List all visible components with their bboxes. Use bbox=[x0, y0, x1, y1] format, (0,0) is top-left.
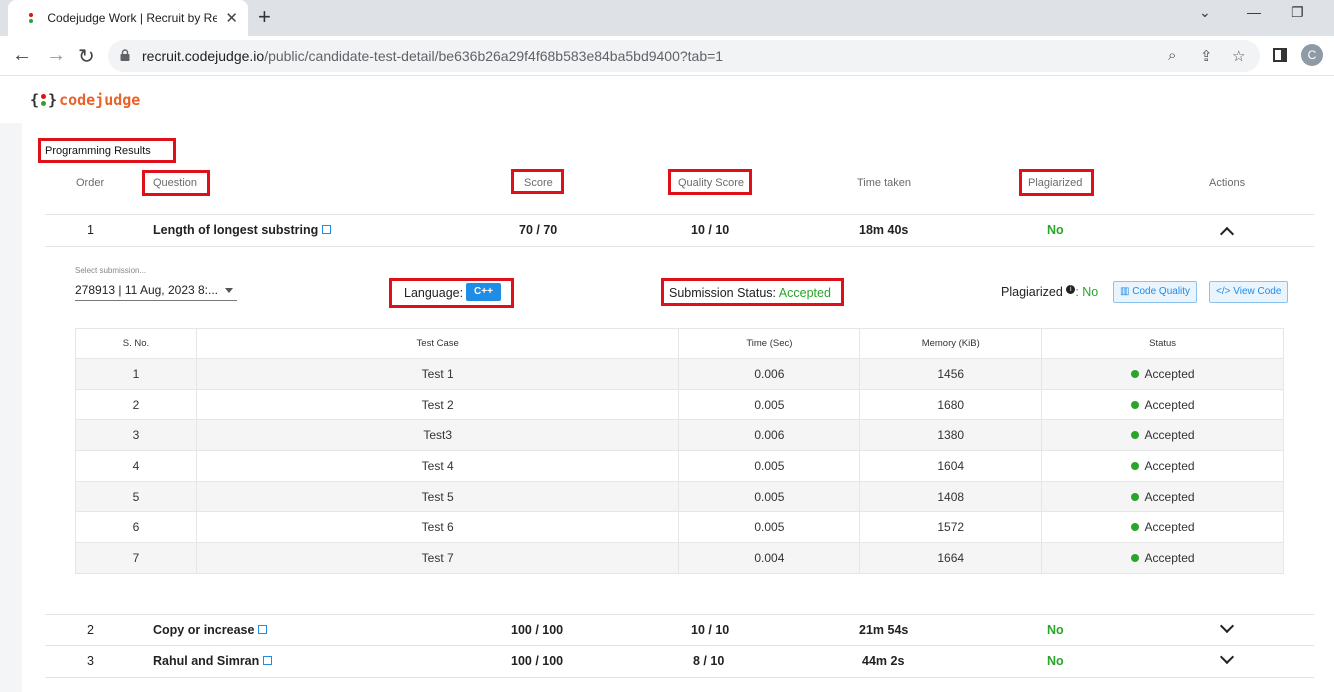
external-link-icon[interactable] bbox=[263, 656, 273, 665]
lock-icon bbox=[120, 49, 130, 61]
minimize-icon[interactable]: — bbox=[1247, 4, 1261, 20]
th-time: Time (Sec) bbox=[678, 328, 861, 359]
question-link[interactable]: Length of longest substring bbox=[153, 223, 332, 237]
back-icon[interactable]: ← bbox=[12, 44, 32, 67]
question-quality: 8 / 10 bbox=[693, 654, 725, 668]
status-dot-icon bbox=[1130, 492, 1139, 501]
question-time: 44m 2s bbox=[862, 654, 905, 668]
url-text: recruit.codejudge.io/public/candidate-te… bbox=[142, 48, 724, 64]
col-score: Score bbox=[524, 177, 553, 189]
col-question: Question bbox=[153, 177, 198, 189]
codejudge-logo[interactable]: { } codejudge bbox=[30, 91, 140, 109]
external-link-icon[interactable] bbox=[258, 625, 268, 634]
select-submission-label: Select submission... bbox=[75, 266, 147, 275]
plagiarized-status: Plagiarized i: No bbox=[1001, 285, 1099, 299]
question-time: 18m 40s bbox=[859, 223, 909, 237]
th-sno: S. No. bbox=[75, 328, 197, 359]
question-score: 70 / 70 bbox=[519, 223, 558, 237]
divider bbox=[45, 645, 1314, 646]
question-plagiarized: No bbox=[1047, 223, 1064, 237]
table-row: 6 Test 6 0.005 1572 Accepted bbox=[75, 511, 1284, 544]
divider bbox=[45, 614, 1314, 615]
table-row: 1 Test 1 0.006 1456 Accepted bbox=[75, 358, 1284, 390]
code-quality-button[interactable]: ▥ Code Quality bbox=[1113, 281, 1198, 303]
question-plagiarized: No bbox=[1047, 654, 1064, 668]
col-plagiarized: Plagiarized bbox=[1028, 177, 1083, 189]
question-time: 21m 54s bbox=[859, 623, 909, 637]
close-tab-icon[interactable]: ✕ bbox=[225, 9, 238, 27]
th-memory: Memory (KiB) bbox=[859, 328, 1043, 359]
question-score: 100 / 100 bbox=[511, 623, 564, 637]
table-row: 2 Test 2 0.005 1680 Accepted bbox=[75, 388, 1284, 421]
col-order: Order bbox=[76, 177, 105, 189]
section-title: Programming Results bbox=[45, 145, 151, 157]
question-quality: 10 / 10 bbox=[691, 623, 730, 637]
forward-icon[interactable]: → bbox=[46, 44, 66, 67]
status-dot-icon bbox=[1130, 431, 1139, 440]
caret-down-icon bbox=[225, 288, 233, 293]
question-quality: 10 / 10 bbox=[691, 223, 730, 237]
side-panel-icon[interactable] bbox=[1273, 48, 1287, 62]
status-dot-icon bbox=[1130, 400, 1139, 409]
browser-tab[interactable]: Codejudge Work | Recruit by Rea ✕ bbox=[8, 0, 248, 36]
divider bbox=[45, 677, 1314, 678]
tab-search-chevron-icon[interactable]: ⌄ bbox=[1199, 4, 1211, 21]
view-code-button[interactable]: </> View Code bbox=[1209, 281, 1289, 303]
question-link[interactable]: Copy or increase bbox=[153, 623, 268, 637]
th-status: Status bbox=[1041, 328, 1284, 359]
reload-icon[interactable]: ↻ bbox=[78, 44, 95, 69]
table-header-row: S. No. Test Case Time (Sec) Memory (KiB)… bbox=[75, 328, 1284, 359]
info-icon[interactable]: i bbox=[1066, 285, 1076, 294]
language-label: Language: bbox=[404, 286, 464, 300]
browser-tab-bar: Codejudge Work | Recruit by Rea ✕ + ⌄ — … bbox=[0, 0, 1334, 36]
divider bbox=[45, 214, 1314, 215]
address-toolbar: ← → ↻ recruit.codejudge.io/public/candid… bbox=[0, 36, 1334, 76]
status-dot-icon bbox=[1130, 369, 1139, 378]
question-order: 2 bbox=[87, 623, 94, 637]
th-testcase: Test Case bbox=[195, 328, 680, 359]
divider bbox=[45, 246, 1314, 247]
bookmark-star-icon[interactable]: ☆ bbox=[1232, 47, 1245, 65]
table-row: 3 Test3 0.006 1380 Accepted bbox=[75, 419, 1284, 452]
table-row: 5 Test 5 0.005 1408 Accepted bbox=[75, 480, 1284, 513]
language-badge: C++ bbox=[466, 283, 501, 301]
restore-icon[interactable]: ❐ bbox=[1291, 4, 1304, 21]
logo-dots-icon bbox=[41, 94, 47, 106]
zoom-icon[interactable]: ⌕ bbox=[1168, 47, 1176, 64]
testcase-table: S. No. Test Case Time (Sec) Memory (KiB)… bbox=[75, 328, 1284, 574]
submission-select[interactable]: 278913 | 11 Aug, 2023 8:... bbox=[75, 283, 237, 301]
submission-status: Submission Status: Accepted bbox=[669, 286, 831, 300]
question-score: 100 / 100 bbox=[511, 654, 564, 668]
logo-word: codejudge bbox=[59, 91, 141, 109]
tab-title: Codejudge Work | Recruit by Rea bbox=[47, 11, 218, 25]
code-icon: </> bbox=[1216, 286, 1234, 297]
question-order: 3 bbox=[87, 654, 94, 668]
favicon-icon bbox=[24, 11, 37, 25]
chart-icon: ▥ bbox=[1120, 286, 1133, 297]
table-row: 7 Test 7 0.004 1664 Accepted bbox=[75, 542, 1284, 574]
status-dot-icon bbox=[1130, 461, 1139, 470]
status-dot-icon bbox=[1130, 523, 1139, 532]
table-row: 4 Test 4 0.005 1604 Accepted bbox=[75, 450, 1284, 482]
external-link-icon[interactable] bbox=[322, 225, 332, 234]
app-header: { } codejudge bbox=[0, 77, 1334, 123]
col-quality-score: Quality Score bbox=[678, 177, 745, 189]
new-tab-icon[interactable]: + bbox=[258, 4, 271, 30]
share-icon[interactable]: ⇪ bbox=[1200, 47, 1213, 65]
url-bar[interactable]: recruit.codejudge.io/public/candidate-te… bbox=[108, 40, 1260, 72]
status-dot-icon bbox=[1130, 553, 1139, 562]
question-plagiarized: No bbox=[1047, 623, 1064, 637]
col-actions: Actions bbox=[1209, 177, 1246, 189]
profile-avatar[interactable]: C bbox=[1301, 44, 1323, 66]
question-order: 1 bbox=[87, 223, 94, 237]
question-link[interactable]: Rahul and Simran bbox=[153, 654, 273, 668]
col-time-taken: Time taken bbox=[857, 177, 912, 189]
